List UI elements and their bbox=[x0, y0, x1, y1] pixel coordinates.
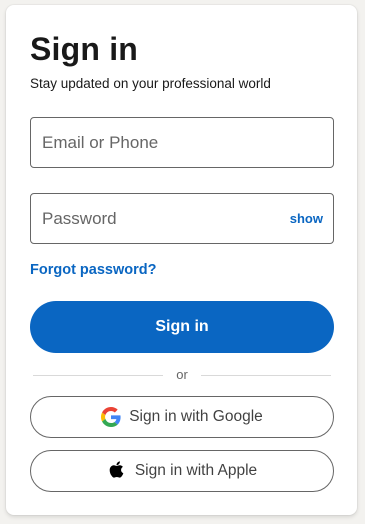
divider-line-right bbox=[201, 375, 331, 376]
google-g-icon bbox=[101, 407, 121, 427]
email-input[interactable] bbox=[42, 118, 272, 167]
show-password-toggle[interactable]: show bbox=[290, 211, 323, 226]
google-button-label: Sign in with Google bbox=[129, 408, 263, 425]
page-subtitle: Stay updated on your professional world bbox=[30, 76, 271, 91]
sign-in-button[interactable]: Sign in bbox=[30, 301, 334, 353]
apple-logo-icon bbox=[107, 461, 127, 481]
password-input[interactable] bbox=[42, 194, 272, 243]
sign-in-with-apple-button[interactable]: Sign in with Apple bbox=[30, 450, 334, 492]
forgot-password-link[interactable]: Forgot password? bbox=[30, 262, 156, 278]
sign-in-with-google-button[interactable]: Sign in with Google bbox=[30, 396, 334, 438]
password-field[interactable]: show bbox=[30, 193, 334, 244]
sign-in-card: Sign in Stay updated on your professiona… bbox=[6, 5, 357, 515]
apple-button-label: Sign in with Apple bbox=[134, 462, 258, 479]
or-divider: or bbox=[33, 366, 331, 384]
email-field[interactable] bbox=[30, 117, 334, 168]
page-title: Sign in bbox=[30, 31, 139, 67]
